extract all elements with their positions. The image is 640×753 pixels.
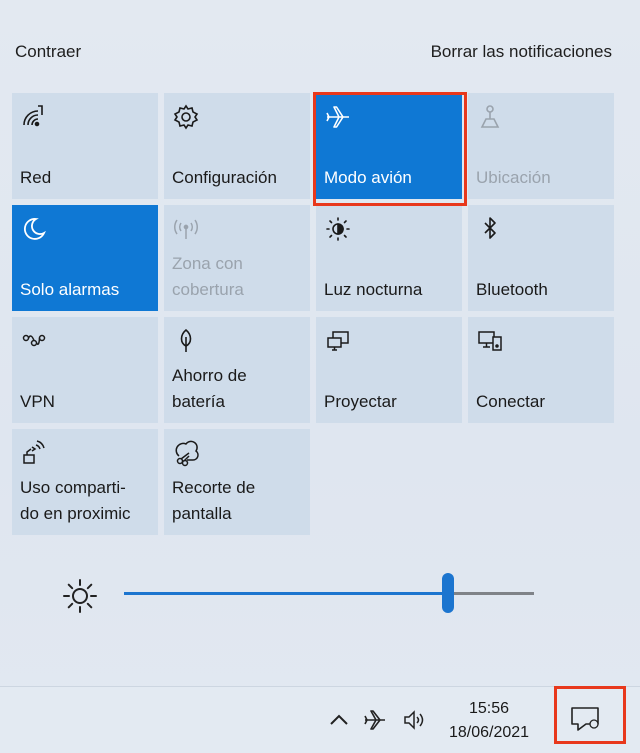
- quick-action-connect[interactable]: Conectar: [468, 317, 614, 423]
- clear-notifications-link[interactable]: Borrar las notificaciones: [431, 42, 612, 62]
- quick-action-gear[interactable]: Configuración: [164, 93, 310, 199]
- battery-saver-icon: [172, 327, 200, 355]
- quick-action-airplane[interactable]: Modo avión: [316, 93, 462, 199]
- airplane-icon: [324, 103, 352, 131]
- brightness-icon: [60, 576, 100, 616]
- bluetooth-icon: [476, 215, 504, 243]
- network-icon: [20, 103, 48, 131]
- brightness-slider[interactable]: [124, 573, 534, 613]
- project-icon: [324, 327, 352, 355]
- quick-action-label: Luz nocturna: [324, 280, 423, 299]
- quick-action-project[interactable]: Proyectar: [316, 317, 462, 423]
- clock-time: 15:56: [468, 700, 510, 717]
- quick-action-label: Red: [20, 168, 52, 187]
- quick-action-label: Zona con cobertura: [172, 254, 244, 299]
- quick-action-battery-saver[interactable]: Ahorro de batería: [164, 317, 310, 423]
- quick-action-label: Modo avión: [324, 168, 412, 187]
- quick-action-network[interactable]: Red: [12, 93, 158, 199]
- quick-action-label: Proyectar: [324, 392, 397, 411]
- nearby-sharing-icon: [20, 439, 48, 467]
- connect-icon: [476, 327, 504, 355]
- quick-action-label: Recorte de pantalla: [172, 478, 256, 523]
- gear-icon: [172, 103, 200, 131]
- quick-action-nearby-sharing[interactable]: Uso comparti- do en proximic: [12, 429, 158, 535]
- brightness-slider-fill: [124, 592, 448, 595]
- quick-action-label: Ahorro de batería: [172, 366, 247, 411]
- taskbar: 15:56 18/06/2021: [0, 686, 640, 753]
- quick-action-hotspot[interactable]: Zona con cobertura: [164, 205, 310, 311]
- collapse-link[interactable]: Contraer: [15, 42, 81, 62]
- screen-snip-icon: [172, 439, 200, 467]
- brightness-slider-thumb[interactable]: [441, 573, 454, 613]
- show-hidden-icons-chevron-icon[interactable]: [326, 707, 352, 733]
- quick-action-moon[interactable]: Solo alarmas: [12, 205, 158, 311]
- night-light-icon: [324, 215, 352, 243]
- moon-icon: [20, 215, 48, 243]
- quick-action-screen-snip[interactable]: Recorte de pantalla: [164, 429, 310, 535]
- quick-action-vpn[interactable]: VPN: [12, 317, 158, 423]
- airplane-tray-icon[interactable]: [362, 707, 388, 733]
- quick-action-label: Uso comparti- do en proximic: [20, 478, 131, 523]
- action-center-header: Contraer Borrar las notificaciones: [0, 0, 640, 90]
- brightness-control: [60, 570, 560, 616]
- quick-action-location[interactable]: Ubicación: [468, 93, 614, 199]
- location-icon: [476, 103, 504, 131]
- quick-action-label: Solo alarmas: [20, 280, 120, 299]
- hotspot-icon: [172, 215, 200, 243]
- quick-action-label: VPN: [20, 392, 55, 411]
- quick-action-label: Configuración: [172, 168, 277, 187]
- volume-icon[interactable]: [402, 707, 428, 733]
- action-center-button[interactable]: [556, 687, 626, 745]
- quick-action-bluetooth[interactable]: Bluetooth: [468, 205, 614, 311]
- vpn-icon: [20, 327, 48, 355]
- quick-action-night-light[interactable]: Luz nocturna: [316, 205, 462, 311]
- clock-date: 18/06/2021: [448, 724, 530, 741]
- quick-action-label: Ubicación: [476, 168, 551, 187]
- quick-action-label: Bluetooth: [476, 280, 548, 299]
- quick-action-label: Conectar: [476, 392, 545, 411]
- taskbar-clock[interactable]: 15:56 18/06/2021: [440, 697, 538, 745]
